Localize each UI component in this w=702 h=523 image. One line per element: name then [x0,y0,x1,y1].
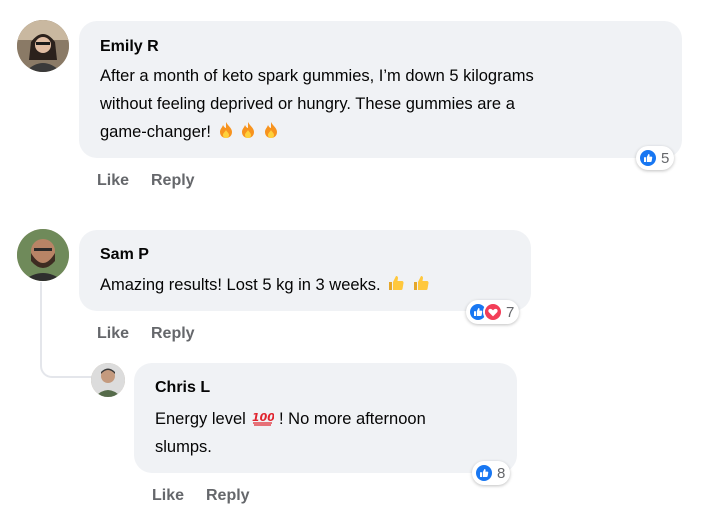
avatar-emily[interactable] [17,20,69,72]
hundred-points-emoji: 100 [252,407,276,435]
comment-text-sam: Amazing results! Lost 5 kg in 3 weeks. [100,271,430,301]
comment-text-chris-line2: slumps. [155,438,212,456]
comment-text-emily-line3-text: game-changer! [100,123,211,141]
comment-text-chris-part2: ! No more afternoon [279,410,426,428]
reactions-emily[interactable]: 5 [636,146,675,170]
reaction-count-sam: 7 [506,303,515,321]
reactions-chris[interactable]: 8 [472,461,511,485]
comment-text-emily-line3: game-changer! [100,118,279,148]
avatar-emily-image [17,20,69,72]
reply-button-chris[interactable]: Reply [206,486,250,506]
avatar-chris-image [91,363,125,397]
comment-author-emily[interactable]: Emily R [100,37,159,57]
like-reaction-icon [638,148,658,168]
reply-button-sam[interactable]: Reply [151,324,195,344]
comment-author-chris[interactable]: Chris L [155,378,210,398]
love-reaction-icon [483,302,503,322]
svg-text:100: 100 [252,411,274,424]
avatar-sam[interactable] [17,229,69,281]
like-button-sam[interactable]: Like [97,324,129,344]
like-button-emily[interactable]: Like [97,171,129,191]
reactions-sam[interactable]: 7 [466,300,520,324]
fire-emoji [218,120,234,148]
reply-button-emily[interactable]: Reply [151,171,195,191]
comment-text-chris-line1: Energy level 100 ! No more afternoon [155,405,426,435]
thumbs-up-emoji [412,273,430,301]
reaction-count-emily: 5 [661,149,670,167]
avatar-chris[interactable] [91,363,125,397]
comment-text-chris-part1: Energy level [155,410,246,428]
comment-text-sam-text: Amazing results! Lost 5 kg in 3 weeks. [100,276,381,294]
fire-emoji [263,120,279,148]
thumbs-up-emoji [387,273,405,301]
comment-text-emily-line1: After a month of keto spark gummies, I’m… [100,67,534,85]
fire-emoji [240,120,256,148]
like-button-chris[interactable]: Like [152,486,184,506]
reaction-count-chris: 8 [497,464,506,482]
avatar-sam-image [17,229,69,281]
like-reaction-icon [474,463,494,483]
comment-text-emily-line2: without feeling deprived or hungry. Thes… [100,95,515,113]
comment-author-sam[interactable]: Sam P [100,245,149,265]
